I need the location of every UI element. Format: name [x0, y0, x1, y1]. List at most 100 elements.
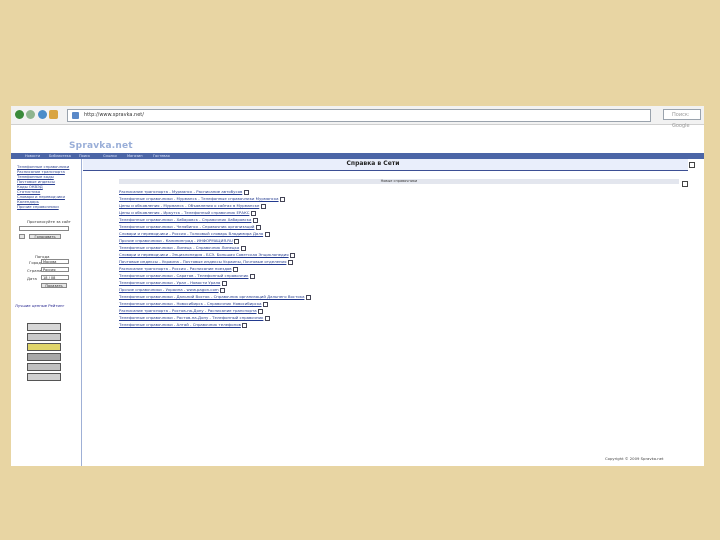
- window-controls: [682, 153, 702, 187]
- city-label: Город: [29, 260, 41, 265]
- main-content: Справка в Сети Новые справочники Расписа…: [83, 159, 688, 466]
- reload-icon[interactable]: [38, 110, 47, 119]
- external-link-icon: [305, 294, 311, 300]
- site-favicon-icon: [72, 112, 79, 119]
- external-link-icon: [220, 287, 226, 293]
- external-link-icon: [252, 217, 258, 223]
- site-logo[interactable]: Spravka.net: [69, 141, 133, 151]
- entry-link[interactable]: Прочие справочники - Украина - www.pagon…: [119, 287, 219, 292]
- home-icon[interactable]: [49, 110, 58, 119]
- list-item[interactable]: Телефонные справочники - Ростов-на-Дону …: [119, 315, 270, 321]
- list-item[interactable]: Расписание транспорта - Мурманск - Распи…: [119, 189, 249, 195]
- vote-select[interactable]: [19, 226, 69, 231]
- list-item[interactable]: Телефонные справочники - Дальний Восток …: [119, 294, 311, 300]
- list-item[interactable]: Расписание транспорта - Россия - Расписа…: [119, 266, 239, 272]
- entry-link[interactable]: Телефонные справочники - Саратов - Телеф…: [119, 273, 248, 278]
- weather-show-button[interactable]: Показать: [41, 283, 67, 288]
- counter-banner[interactable]: [27, 373, 61, 381]
- list-item[interactable]: Прочие справочники - Калининград - ИНФОР…: [119, 238, 240, 244]
- external-link-icon: [240, 245, 246, 251]
- list-item[interactable]: Цены и объявления - Мурманск - Объявлени…: [119, 203, 266, 209]
- entry-link[interactable]: Прочие справочники - Калининград - ИНФОР…: [119, 238, 233, 243]
- entry-link[interactable]: Телефонные справочники - Хабаровск - Спр…: [119, 217, 251, 222]
- external-link-icon: [260, 203, 266, 209]
- date-label: Дата: [27, 276, 37, 281]
- sidebar: Телефонные справочники Расписание трансп…: [11, 159, 81, 466]
- vote-label: Проголосуйте за сайт: [27, 219, 71, 224]
- entry-link[interactable]: Телефонные справочники - Челябинск - Спр…: [119, 224, 254, 229]
- entry-link[interactable]: Телефонные справочники - Урал - Новости …: [119, 280, 220, 285]
- external-link-icon: [264, 315, 270, 321]
- page-title-bar: Справка в Сети: [83, 159, 688, 170]
- list-item[interactable]: Телефонные справочники - Мурманск - Теле…: [119, 196, 286, 202]
- counter-banner[interactable]: [27, 333, 61, 341]
- counter-banner[interactable]: [27, 353, 61, 361]
- counter-banner[interactable]: [27, 363, 61, 371]
- list-item[interactable]: Словари и переводчики - Энциклопедия - Б…: [119, 252, 296, 258]
- mail-icon[interactable]: [689, 162, 695, 168]
- list-item[interactable]: Почтовые индексы - Украина - Почтовые ин…: [119, 259, 293, 265]
- forward-icon[interactable]: [26, 110, 35, 119]
- country-label: Страна: [27, 268, 42, 273]
- list-item[interactable]: Телефонные справочники - Алтай - Справоч…: [119, 322, 248, 328]
- entry-link[interactable]: Телефонные справочники - Алтай - Справоч…: [119, 322, 241, 327]
- external-link-icon: [243, 189, 249, 195]
- vote-submit[interactable]: Голосовать: [29, 234, 61, 239]
- list-item[interactable]: Телефонные справочники - Хабаровск - Спр…: [119, 217, 258, 223]
- browser-window: http://www.spravka.net/ Поиск: Google Sp…: [11, 106, 704, 466]
- external-link-icon: [250, 210, 256, 216]
- city-select[interactable]: Москва: [41, 259, 69, 264]
- list-item[interactable]: Цены и объявления - Иркутск - Телефонный…: [119, 210, 256, 216]
- rating-label: Лучшие ценные Рейтинг: [15, 303, 65, 308]
- list-item[interactable]: Телефонные справочники - Урал - Новости …: [119, 280, 227, 286]
- entry-link[interactable]: Цены и объявления - Мурманск - Объявлени…: [119, 203, 259, 208]
- title-divider: [83, 170, 688, 171]
- external-link-icon: [221, 280, 227, 286]
- address-text: http://www.spravka.net/: [84, 112, 144, 118]
- vote-button[interactable]: [19, 234, 25, 239]
- entry-link[interactable]: Телефонные справочники - Липецк - Справо…: [119, 245, 239, 250]
- copyright-footer: Copyright © 2009 Spravka.net: [605, 456, 664, 461]
- entry-link[interactable]: Почтовые индексы - Украина - Почтовые ин…: [119, 259, 286, 264]
- list-item[interactable]: Телефонные справочники - Саратов - Телеф…: [119, 273, 255, 279]
- sidebar-link[interactable]: Прочие справочники: [17, 204, 59, 209]
- counter-banner[interactable]: [27, 323, 61, 331]
- external-link-icon: [280, 196, 286, 202]
- entry-link[interactable]: Телефонные справочники - Дальний Восток …: [119, 294, 304, 299]
- list-item[interactable]: Телефонные справочники - Липецк - Справо…: [119, 245, 246, 251]
- list-item[interactable]: Словари и переводчики - Россия - Толковы…: [119, 231, 270, 237]
- entry-link[interactable]: Расписание транспорта - Мурманск - Распи…: [119, 189, 242, 194]
- page-title: Справка в Сети: [346, 160, 400, 167]
- entry-link[interactable]: Словари и переводчики - Энциклопедия - Б…: [119, 252, 289, 257]
- section-header: Новые справочники: [119, 179, 679, 184]
- entry-link[interactable]: Расписание транспорта - Ростов-на-Дону -…: [119, 308, 257, 313]
- entry-link[interactable]: Словари и переводчики - Россия - Толковы…: [119, 231, 263, 236]
- entry-link[interactable]: Телефонные справочники - Новосибирск - С…: [119, 301, 262, 306]
- browser-toolbar: http://www.spravka.net/ Поиск: Google: [11, 106, 704, 129]
- list-item[interactable]: Расписание транспорта - Ростов-на-Дону -…: [119, 308, 264, 314]
- entry-link[interactable]: Телефонные справочники - Ростов-на-Дону …: [119, 315, 263, 320]
- date-field[interactable]: 18 / 08: [41, 275, 69, 280]
- external-link-icon: [249, 273, 255, 279]
- external-link-icon: [290, 252, 296, 258]
- sidebar-divider: [81, 159, 82, 466]
- external-link-icon: [258, 308, 264, 314]
- external-link-icon: [233, 266, 239, 272]
- external-link-icon: [263, 301, 269, 307]
- list-item[interactable]: Телефонные справочники - Новосибирск - С…: [119, 301, 269, 307]
- external-link-icon: [255, 224, 261, 230]
- external-link-icon: [287, 259, 293, 265]
- entry-link[interactable]: Расписание транспорта - Россия - Расписа…: [119, 266, 232, 271]
- list-item[interactable]: Прочие справочники - Украина - www.pagon…: [119, 287, 226, 293]
- address-bar[interactable]: http://www.spravka.net/: [67, 109, 651, 122]
- external-link-icon: [264, 231, 270, 237]
- entry-link[interactable]: Цены и объявления - Иркутск - Телефонный…: [119, 210, 249, 215]
- list-item[interactable]: Телефонные справочники - Челябинск - Спр…: [119, 224, 261, 230]
- search-box[interactable]: Поиск: Google: [663, 109, 701, 129]
- back-icon[interactable]: [15, 110, 24, 119]
- counter-banner[interactable]: [27, 343, 61, 351]
- country-select[interactable]: Россия: [41, 267, 69, 272]
- external-link-icon: [242, 322, 248, 328]
- entry-link[interactable]: Телефонные справочники - Мурманск - Теле…: [119, 196, 279, 201]
- external-link-icon: [234, 238, 240, 244]
